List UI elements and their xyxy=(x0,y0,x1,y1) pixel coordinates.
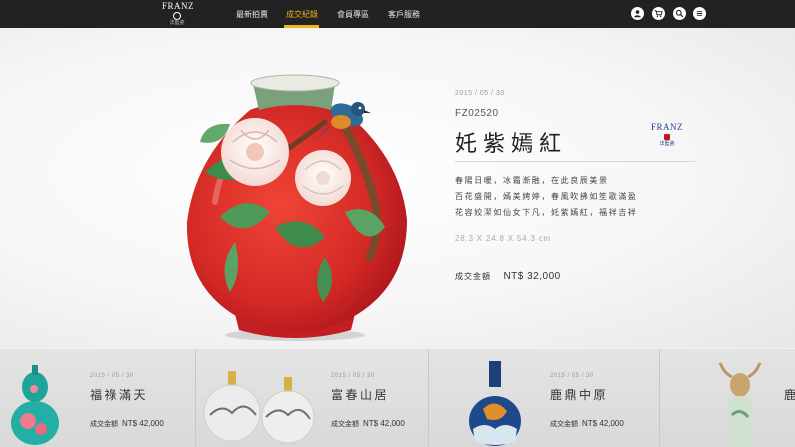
card-2-date: 2015 / 05 / 30 xyxy=(331,373,375,379)
card-4-deer-vase-image xyxy=(718,362,762,447)
nav-transaction-records[interactable]: 成交紀錄 xyxy=(286,9,318,20)
related-items-strip: 2015 / 05 / 30 福祿滿天 成交金額 NT$ 42,000 2015 … xyxy=(0,349,795,447)
cart-icon[interactable] xyxy=(652,7,665,20)
search-icon[interactable] xyxy=(673,7,686,20)
brand-subtext: 法藍瓷 xyxy=(659,141,675,147)
price-value: NT$ 32,000 xyxy=(503,271,561,282)
featured-price-row: 成交金額 NT$ 32,000 xyxy=(455,266,561,284)
record-card-3[interactable]: 2015 / 05 / 30 鹿鼎中原 成交金額 NT$ 42,000 xyxy=(429,349,659,447)
card-2-title: 富春山居 xyxy=(331,388,390,402)
franz-logo[interactable]: FRANZ 法藍瓷 xyxy=(162,1,195,27)
top-navigation-bar: FRANZ 法藍瓷 最新拍賣 成交紀錄 會員專區 客戶服務 xyxy=(0,0,795,28)
record-card-4[interactable]: 鹿 xyxy=(660,349,795,447)
franz-brand-logo: FRANZ 法藍瓷 xyxy=(648,122,686,154)
card-3-vase-image xyxy=(469,361,521,446)
card-3-price: 成交金額 NT$ 42,000 xyxy=(550,419,624,428)
description-line-1: 春陽日暖，冰霜漸融，在此良辰美景 xyxy=(455,176,609,185)
user-icon[interactable] xyxy=(631,7,644,20)
price-label: 成交金額 xyxy=(455,272,491,281)
brand-wordmark: FRANZ xyxy=(650,122,683,132)
card-1-title: 福祿滿天 xyxy=(90,388,149,402)
nav-customer-service[interactable]: 客戶服務 xyxy=(388,9,420,20)
logo-subtext: 法藍瓷 xyxy=(169,20,185,26)
featured-product-code: FZ02520 xyxy=(455,108,499,119)
record-card-2[interactable]: 2015 / 05 / 30 富春山居 成交金額 NT$ 42,000 xyxy=(196,349,428,447)
card-1-date: 2015 / 05 / 30 xyxy=(90,373,134,379)
description-line-2: 百花盛開，嫣美娉婷，春風吹拂如笙歌滿盈 xyxy=(455,192,638,201)
menu-icon[interactable] xyxy=(693,7,706,20)
nav-member-area[interactable]: 會員專區 xyxy=(337,9,369,20)
featured-item-hero: 2015 / 05 / 30 FZ02520 奼紫嫣紅 FRANZ 法藍瓷 春陽… xyxy=(0,28,795,348)
card-1-vase-image xyxy=(11,365,59,445)
featured-vase-image xyxy=(186,74,407,341)
record-card-1[interactable]: 2015 / 05 / 30 福祿滿天 成交金額 NT$ 42,000 xyxy=(0,349,195,447)
logo-wordmark: FRANZ xyxy=(162,1,195,11)
card-2-vases-image xyxy=(203,371,315,444)
card-2-price: 成交金額 NT$ 42,000 xyxy=(331,419,405,428)
logo-emblem-icon xyxy=(173,12,181,20)
card-1-price: 成交金額 NT$ 42,000 xyxy=(90,419,164,428)
featured-date: 2015 / 05 / 30 xyxy=(455,90,505,97)
title-divider xyxy=(455,161,695,162)
description-line-3: 花容姣潔如仙女下凡，奼紫嫣紅，福祥吉祥 xyxy=(455,208,638,217)
card-3-title: 鹿鼎中原 xyxy=(550,388,609,402)
card-4-title: 鹿 xyxy=(784,388,795,402)
card-3-date: 2015 / 05 / 30 xyxy=(550,373,594,379)
nav-latest-auction[interactable]: 最新拍賣 xyxy=(236,9,268,20)
featured-dimensions: 28.3 X 24.8 X 54.3 cm xyxy=(455,234,551,243)
brand-seal-icon xyxy=(664,134,670,140)
featured-title: 奼紫嫣紅 xyxy=(455,132,568,157)
